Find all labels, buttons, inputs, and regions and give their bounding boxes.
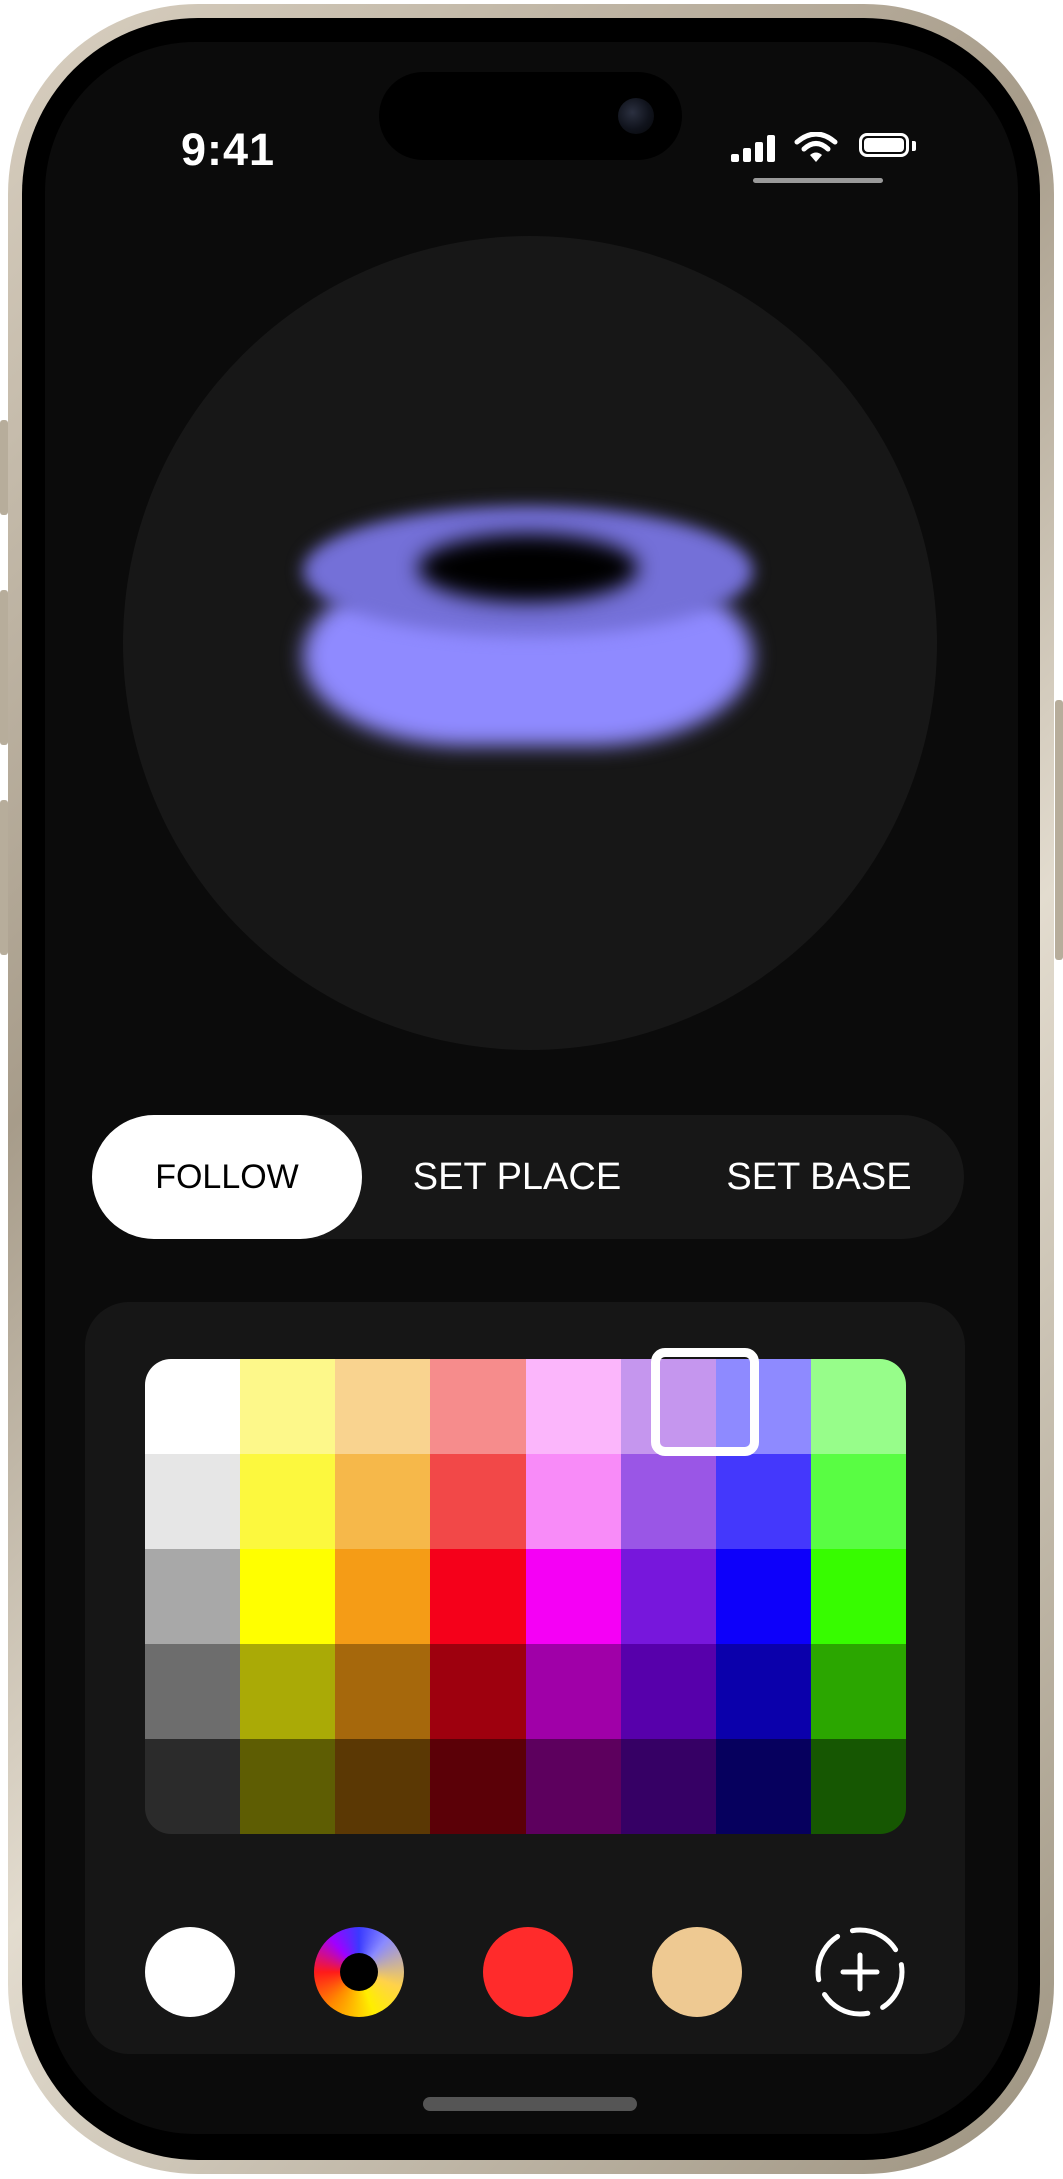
color-grid [145, 1359, 906, 1834]
tan-swatch[interactable] [652, 1927, 742, 2017]
color-swatch[interactable] [240, 1359, 336, 1454]
color-swatch[interactable] [145, 1359, 241, 1454]
power-button [1055, 700, 1063, 960]
color-grid-row [145, 1549, 906, 1644]
dynamic-island [379, 72, 682, 160]
wifi-icon [794, 132, 838, 162]
color-swatch[interactable] [810, 1454, 906, 1549]
color-swatch[interactable] [430, 1549, 526, 1644]
color-swatch[interactable] [240, 1644, 336, 1739]
white-swatch[interactable] [145, 1927, 235, 2017]
color-swatch[interactable] [715, 1549, 811, 1644]
volume-up-button [0, 590, 8, 745]
device-preview [123, 236, 937, 1050]
color-swatch[interactable] [145, 1739, 241, 1834]
color-swatch[interactable] [525, 1644, 621, 1739]
color-palette-card [85, 1302, 965, 2054]
color-swatch[interactable] [335, 1549, 431, 1644]
color-swatch[interactable] [525, 1454, 621, 1549]
action-button [0, 420, 8, 515]
ring-hole [418, 534, 638, 602]
color-swatch[interactable] [430, 1644, 526, 1739]
add-color-icon[interactable] [813, 1925, 907, 2019]
color-swatch[interactable] [620, 1644, 716, 1739]
color-swatch[interactable] [715, 1644, 811, 1739]
color-swatch[interactable] [525, 1359, 621, 1454]
color-swatch[interactable] [715, 1359, 811, 1454]
color-swatch[interactable] [430, 1739, 526, 1834]
color-swatch[interactable] [525, 1739, 621, 1834]
cellular-signal-icon [731, 134, 777, 162]
screen: 9:41 FOLLOW SET PLACE SET BASE [45, 42, 1018, 2134]
color-swatch[interactable] [810, 1644, 906, 1739]
mode-set-base[interactable]: SET BASE [679, 1115, 959, 1239]
color-swatch[interactable] [145, 1454, 241, 1549]
battery-icon [859, 133, 909, 157]
color-grid-row [145, 1454, 906, 1549]
color-swatch[interactable] [525, 1549, 621, 1644]
color-swatch[interactable] [145, 1644, 241, 1739]
color-swatch[interactable] [810, 1739, 906, 1834]
front-camera [618, 98, 654, 134]
color-swatch[interactable] [810, 1549, 906, 1644]
color-swatch[interactable] [620, 1359, 716, 1454]
mode-set-place[interactable]: SET PLACE [377, 1115, 657, 1239]
color-swatch[interactable] [240, 1454, 336, 1549]
color-swatch[interactable] [145, 1549, 241, 1644]
color-swatch[interactable] [620, 1454, 716, 1549]
color-swatch[interactable] [430, 1359, 526, 1454]
battery-tip [912, 141, 916, 151]
color-swatch[interactable] [620, 1739, 716, 1834]
color-swatch[interactable] [335, 1454, 431, 1549]
color-swatch[interactable] [715, 1739, 811, 1834]
color-swatch[interactable] [620, 1549, 716, 1644]
color-grid-row [145, 1644, 906, 1739]
color-grid-row [145, 1359, 906, 1454]
red-swatch[interactable] [483, 1927, 573, 2017]
status-time: 9:41 [181, 124, 276, 175]
color-wheel-swatch[interactable] [314, 1927, 404, 2017]
status-indicator-bar [753, 178, 883, 183]
color-grid-row [145, 1739, 906, 1834]
color-swatch[interactable] [430, 1454, 526, 1549]
mode-selector: FOLLOW SET PLACE SET BASE [92, 1115, 964, 1239]
volume-down-button [0, 800, 8, 955]
color-swatch[interactable] [335, 1359, 431, 1454]
home-indicator [423, 2097, 637, 2111]
color-swatch[interactable] [240, 1549, 336, 1644]
color-swatch[interactable] [240, 1739, 336, 1834]
color-swatch[interactable] [335, 1644, 431, 1739]
color-swatch[interactable] [715, 1454, 811, 1549]
color-swatch[interactable] [335, 1739, 431, 1834]
color-swatch[interactable] [810, 1359, 906, 1454]
mode-follow[interactable]: FOLLOW [92, 1115, 362, 1239]
ring-preview [303, 506, 753, 766]
